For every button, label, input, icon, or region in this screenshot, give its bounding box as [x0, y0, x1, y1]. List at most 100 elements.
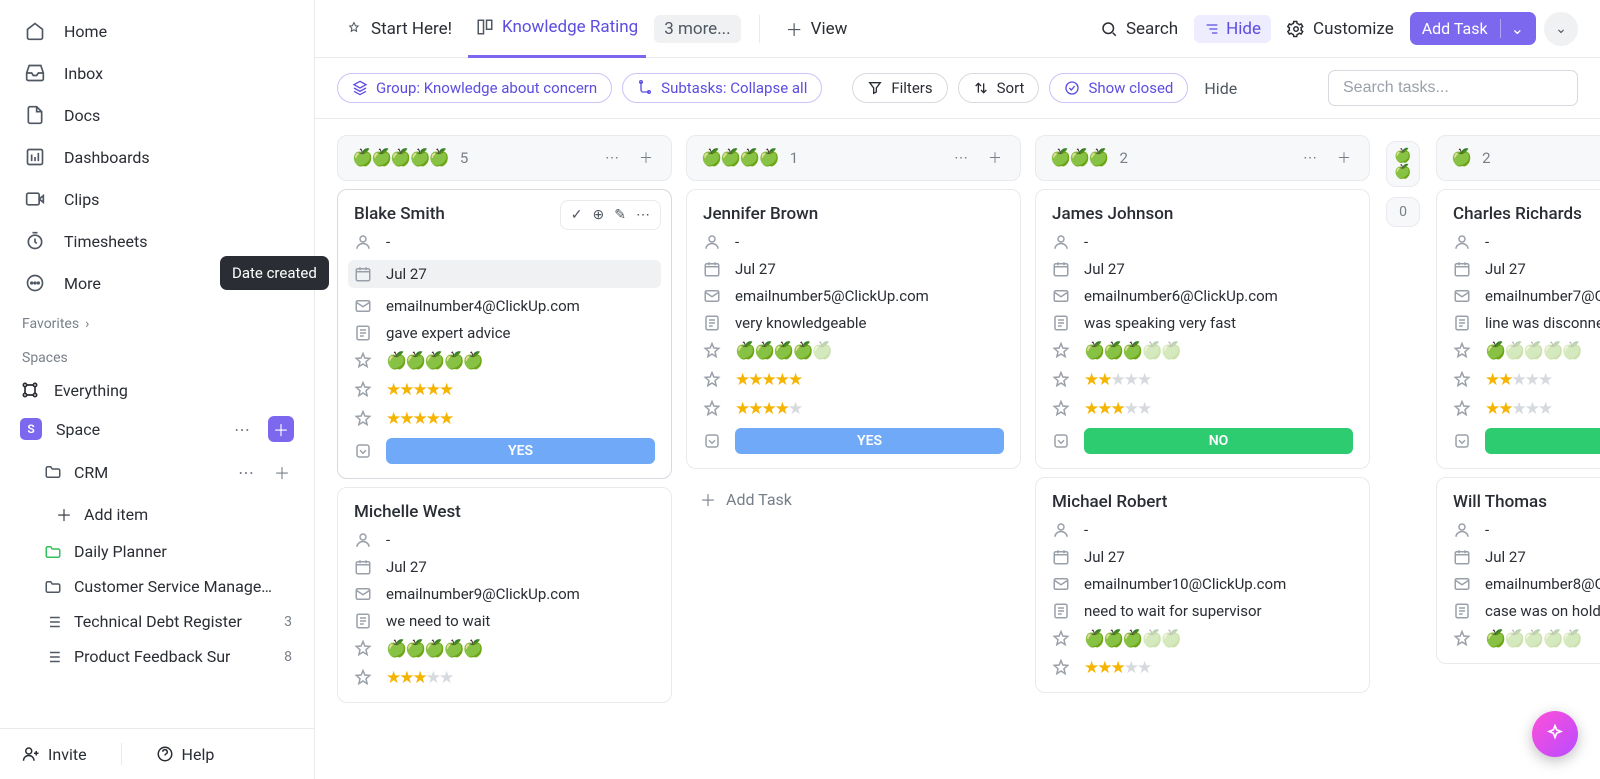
tab-knowledge-rating[interactable]: Knowledge Rating — [468, 0, 646, 58]
task-card[interactable]: ✓ ⊕ ✎ ⋯ Blake Smith -Jul 27emailnumber4@… — [337, 189, 672, 479]
docs-icon — [24, 104, 46, 126]
task-card[interactable]: Will Thomas -Jul 27emailnumber8@Cliccase… — [1436, 477, 1600, 664]
sidebar-item-everything[interactable]: Everything — [0, 372, 314, 408]
search-button[interactable]: Search — [1092, 15, 1186, 43]
status-badge[interactable]: YES — [386, 438, 655, 464]
crm-more-icon[interactable]: ⋯ — [234, 461, 258, 484]
star-icon — [1453, 630, 1473, 648]
customize-button[interactable]: Customize — [1279, 15, 1402, 43]
group-chip[interactable]: Group: Knowledge about concern — [337, 73, 612, 103]
show-closed-chip[interactable]: Show closed — [1049, 73, 1188, 103]
row-value: gave expert advice — [386, 324, 511, 342]
card-row: emailnumber9@ClickUp.com — [354, 585, 655, 603]
row-icon — [703, 260, 723, 278]
nav-dashboards[interactable]: Dashboards — [0, 136, 314, 178]
space-more-icon[interactable]: ⋯ — [230, 418, 254, 441]
hide-link[interactable]: Hide — [1198, 79, 1243, 98]
row-icon — [1052, 233, 1072, 251]
status-badge[interactable]: YES — [735, 428, 1004, 454]
board[interactable]: 🍏🍏🍏🍏🍏 5 ⋯ ＋ ✓ ⊕ ✎ ⋯ Blake Smith -Jul 27e… — [315, 119, 1600, 779]
card-row: NO — [1453, 428, 1600, 454]
board-column: 🍏🍏🍏🍏🍏 5 ⋯ ＋ ✓ ⊕ ✎ ⋯ Blake Smith -Jul 27e… — [337, 135, 672, 779]
column-rating: 🍏🍏🍏 — [1050, 148, 1108, 168]
overflow-button[interactable]: ⌄ — [1544, 12, 1578, 46]
card-row: - — [1453, 233, 1600, 251]
column-more-icon[interactable]: ⋯ — [601, 148, 623, 168]
nav-label: More — [64, 274, 101, 293]
row-value: line was disconnected — [1485, 314, 1600, 332]
help-button[interactable]: Help — [156, 745, 215, 764]
row-icon — [1052, 548, 1072, 566]
column-add-icon[interactable]: ＋ — [635, 146, 657, 170]
search-tasks[interactable] — [1328, 70, 1578, 106]
task-card[interactable]: Jennifer Brown -Jul 27emailnumber5@Click… — [686, 189, 1021, 469]
spaces-label: Spaces — [0, 338, 314, 372]
task-card[interactable]: Charles Richards -Jul 27emailnumber7@Cli… — [1436, 189, 1600, 469]
star-icon — [703, 400, 723, 418]
task-card[interactable]: Michael Robert -Jul 27emailnumber10@Clic… — [1035, 477, 1370, 693]
invite-button[interactable]: Invite — [22, 745, 87, 764]
column-add-icon[interactable]: ＋ — [984, 146, 1006, 170]
nav-home[interactable]: Home — [0, 10, 314, 52]
collapsed-column[interactable]: 🍏🍏 0 — [1384, 135, 1422, 779]
more-icon[interactable]: ⋯ — [636, 207, 650, 223]
card-row: line was disconnected — [1453, 314, 1600, 332]
board-column: 🍏🍏🍏🍏 1 ⋯ ＋ Jennifer Brown -Jul 27emailnu… — [686, 135, 1021, 779]
timesheets-icon — [24, 230, 46, 252]
chevron-down-icon[interactable]: ⌄ — [1500, 19, 1524, 38]
sidebar-item-pfs[interactable]: Product Feedback Sur 8 — [0, 639, 314, 674]
filters-chip[interactable]: Filters — [852, 73, 947, 103]
row-value: emailnumber6@ClickUp.com — [1084, 287, 1278, 305]
row-value: was speaking very fast — [1084, 314, 1236, 332]
row-icon — [1453, 260, 1473, 278]
list-label: Product Feedback Sur — [74, 647, 230, 666]
search-input[interactable] — [1343, 79, 1563, 97]
space-add-button[interactable]: ＋ — [268, 416, 294, 442]
sort-chip[interactable]: Sort — [958, 73, 1040, 103]
favorites-label[interactable]: Favorites› — [0, 304, 314, 338]
add-task-button[interactable]: Add Task⌄ — [1410, 12, 1536, 45]
hide-icon — [1204, 21, 1220, 37]
chevron-right-icon: › — [85, 316, 89, 332]
row-icon — [703, 233, 723, 251]
star-icon — [354, 640, 374, 658]
tab-more[interactable]: 3 more... — [654, 15, 740, 43]
status-badge[interactable]: NO — [1084, 428, 1353, 454]
nav-clips[interactable]: Clips — [0, 178, 314, 220]
nav-docs[interactable]: Docs — [0, 94, 314, 136]
task-card[interactable]: James Johnson -Jul 27emailnumber6@ClickU… — [1035, 189, 1370, 469]
sidebar-item-daily-planner[interactable]: Daily Planner — [0, 534, 314, 569]
sidebar-item-crm[interactable]: CRM ⋯ ＋ — [0, 450, 314, 494]
card-row: Jul 27 — [1453, 548, 1600, 566]
sidebar: Home Inbox Docs Dashboards Clips Timeshe… — [0, 0, 315, 779]
add-subtask-icon[interactable]: ⊕ — [593, 207, 605, 223]
task-card[interactable]: Michelle West -Jul 27emailnumber9@ClickU… — [337, 487, 672, 703]
add-item-label: Add item — [84, 505, 148, 524]
column-count: 5 — [460, 149, 468, 167]
sort-icon — [973, 80, 989, 96]
star-icon — [1453, 342, 1473, 360]
add-item-row[interactable]: ＋ Add item — [0, 494, 314, 534]
sidebar-item-tdr[interactable]: Technical Debt Register 3 — [0, 604, 314, 639]
column-rating: 🍏🍏 — [1394, 148, 1411, 180]
edit-icon[interactable]: ✎ — [614, 207, 626, 223]
subtasks-chip[interactable]: Subtasks: Collapse all — [622, 73, 822, 103]
hide-button[interactable]: Hide — [1194, 15, 1271, 43]
crm-add-icon[interactable]: ＋ — [270, 458, 294, 486]
column-more-icon[interactable]: ⋯ — [950, 148, 972, 168]
add-task-row[interactable]: ＋Add Task — [686, 477, 1021, 521]
ai-fab[interactable] — [1532, 711, 1578, 757]
column-add-icon[interactable]: ＋ — [1333, 146, 1355, 170]
complete-icon[interactable]: ✓ — [571, 207, 583, 223]
sidebar-item-csm[interactable]: Customer Service Manage… — [0, 569, 314, 604]
nav-inbox[interactable]: Inbox — [0, 52, 314, 94]
row-value: Jul 27 — [386, 265, 427, 283]
column-rating: 🍏 — [1451, 148, 1470, 168]
column-more-icon[interactable]: ⋯ — [1299, 148, 1321, 168]
card-row: - — [1052, 521, 1353, 539]
add-view-button[interactable]: ＋ View — [778, 0, 856, 58]
sidebar-item-space[interactable]: S Space ⋯ ＋ — [0, 408, 314, 450]
status-badge[interactable]: NO — [1485, 428, 1600, 454]
everything-icon — [20, 380, 40, 400]
tab-start-here[interactable]: Start Here! — [337, 0, 460, 58]
